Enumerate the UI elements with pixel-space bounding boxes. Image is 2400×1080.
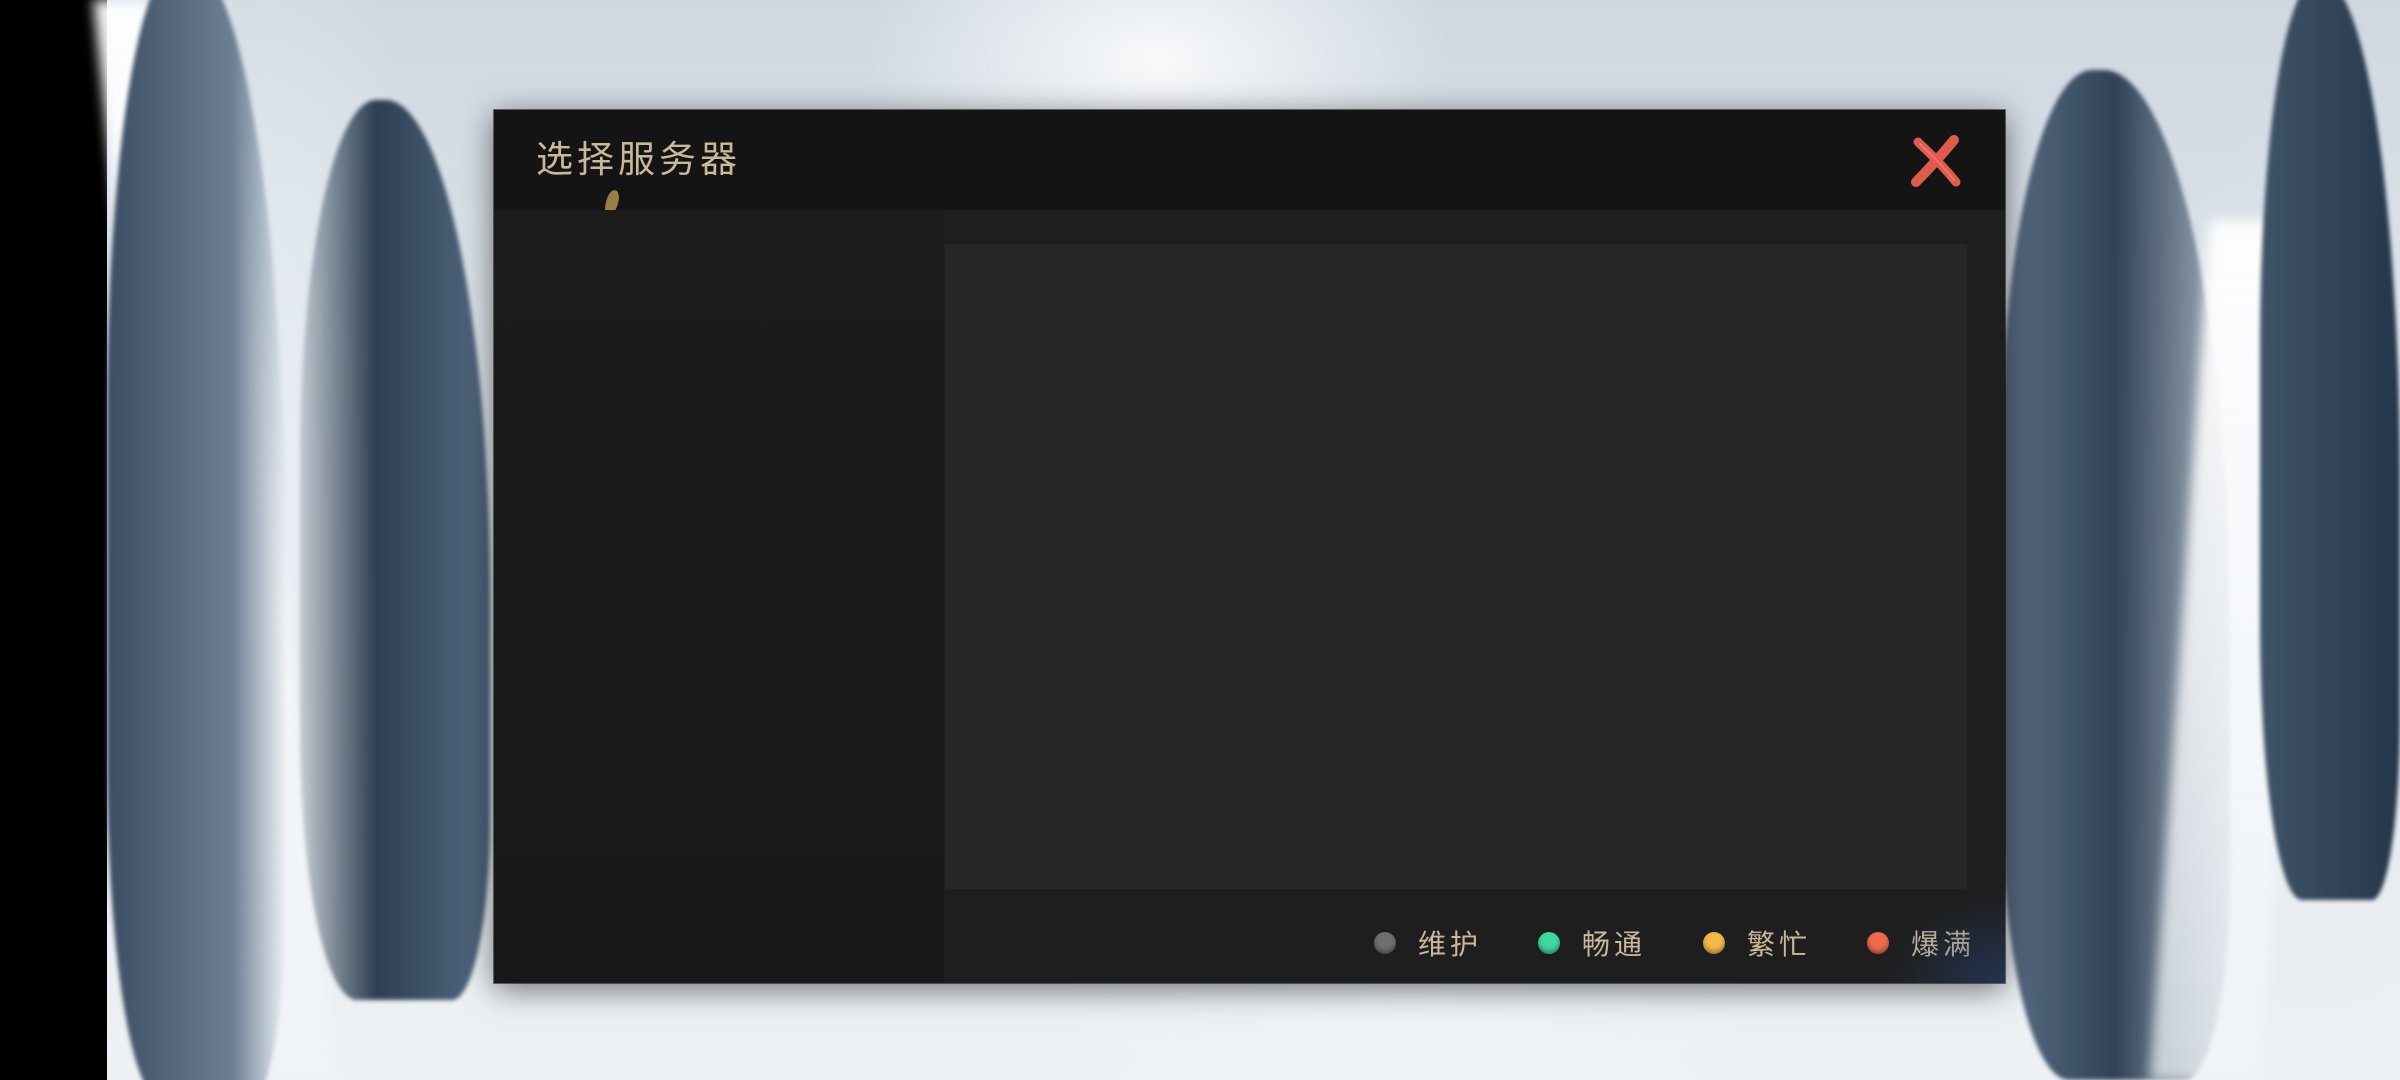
- legend-item-busy: 繁忙: [1703, 910, 1811, 976]
- legend-item-smooth: 畅通: [1538, 910, 1646, 976]
- dialog-title: 选择服务器: [536, 138, 741, 181]
- letterbox-bar: [0, 0, 107, 1080]
- legend-label: 维护: [1418, 928, 1483, 961]
- ink-corner-decoration: [1885, 893, 2005, 983]
- server-group-list[interactable]: [494, 210, 944, 983]
- close-button[interactable]: [1904, 130, 1968, 194]
- status-dot-green-icon: [1538, 932, 1560, 954]
- server-list-panel[interactable]: [945, 244, 1967, 889]
- status-dot-yellow-icon: [1703, 932, 1725, 954]
- legend-label: 繁忙: [1747, 928, 1812, 961]
- close-x-icon: [1911, 135, 1961, 187]
- status-dot-gray-icon: [1374, 932, 1396, 954]
- legend-item-maintenance: 维护: [1374, 910, 1482, 976]
- game-screen: 选择服务器 维护 畅通 繁忙: [0, 0, 2400, 1080]
- select-server-dialog: 选择服务器 维护 畅通 繁忙: [494, 110, 2005, 983]
- legend-label: 畅通: [1582, 928, 1647, 961]
- dialog-header: 选择服务器: [494, 110, 2005, 210]
- status-legend: 维护 畅通 繁忙 爆满: [494, 910, 1971, 976]
- cliff-left-outer: [107, 0, 287, 1080]
